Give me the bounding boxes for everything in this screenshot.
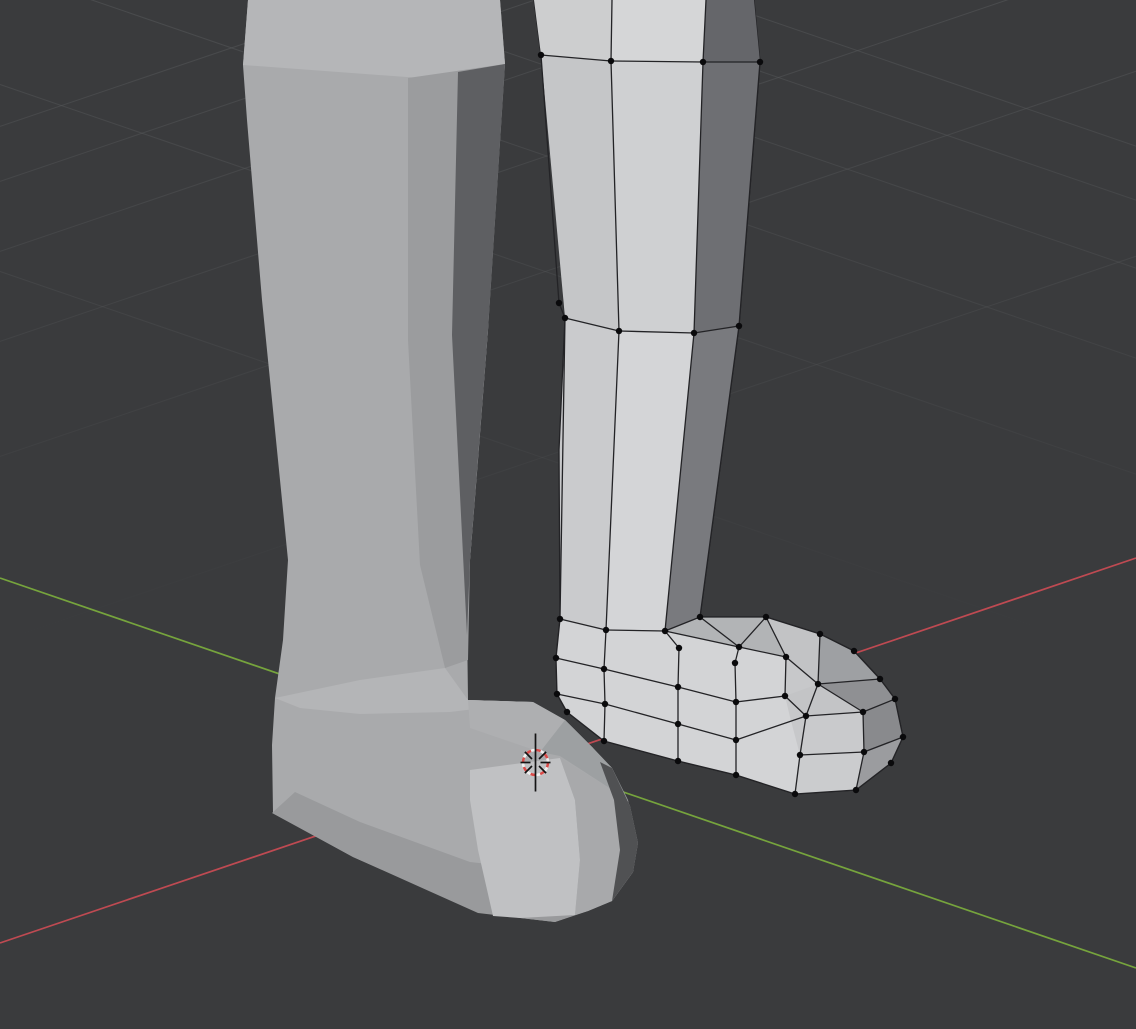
edit-vertex[interactable] — [736, 644, 742, 650]
edit-vertex[interactable] — [602, 701, 608, 707]
edit-vertex[interactable] — [553, 655, 559, 661]
edit-vertex[interactable] — [691, 330, 697, 336]
edit-vertex[interactable] — [803, 713, 809, 719]
edit-vertex[interactable] — [888, 760, 894, 766]
right-leg-mesh-edit-facet[interactable] — [611, 0, 706, 62]
edit-vertex[interactable] — [601, 666, 607, 672]
edit-vertex[interactable] — [601, 738, 607, 744]
edit-vertex[interactable] — [557, 616, 563, 622]
edit-vertex[interactable] — [675, 721, 681, 727]
edit-vertex[interactable] — [892, 696, 898, 702]
edit-vertex[interactable] — [815, 681, 821, 687]
edit-vertex[interactable] — [860, 709, 866, 715]
edit-vertex[interactable] — [556, 300, 562, 306]
edit-vertex[interactable] — [675, 758, 681, 764]
edit-vertex[interactable] — [700, 59, 706, 65]
edit-vertex[interactable] — [853, 787, 859, 793]
edit-vertex[interactable] — [562, 315, 568, 321]
edit-vertex[interactable] — [732, 660, 738, 666]
edit-vertex[interactable] — [554, 691, 560, 697]
viewport-canvas[interactable] — [0, 0, 1136, 1029]
edit-vertex[interactable] — [736, 323, 742, 329]
blender-3d-viewport[interactable] — [0, 0, 1136, 1029]
edit-vertex[interactable] — [675, 684, 681, 690]
edit-vertex[interactable] — [782, 693, 788, 699]
edit-vertex[interactable] — [851, 648, 857, 654]
edit-vertex[interactable] — [797, 752, 803, 758]
edit-vertex[interactable] — [733, 772, 739, 778]
right-leg-mesh-edit-facet[interactable] — [611, 61, 703, 333]
edit-vertex[interactable] — [877, 676, 883, 682]
edit-vertex[interactable] — [900, 734, 906, 740]
edit-vertex[interactable] — [733, 699, 739, 705]
edit-vertex[interactable] — [662, 628, 668, 634]
edit-vertex[interactable] — [733, 737, 739, 743]
right-leg-mesh-edit-facet[interactable] — [703, 0, 760, 62]
edit-vertex[interactable] — [616, 328, 622, 334]
edit-vertex[interactable] — [697, 614, 703, 620]
edit-vertex[interactable] — [538, 52, 544, 58]
right-leg-mesh-edit-facet[interactable] — [534, 0, 612, 61]
left-leg-mesh-facet[interactable] — [243, 0, 505, 78]
edit-vertex[interactable] — [783, 654, 789, 660]
edit-vertex[interactable] — [861, 749, 867, 755]
edit-vertex[interactable] — [564, 709, 570, 715]
edit-vertex[interactable] — [757, 59, 763, 65]
edit-vertex[interactable] — [763, 614, 769, 620]
edit-vertex[interactable] — [608, 58, 614, 64]
edit-vertex[interactable] — [817, 631, 823, 637]
edit-vertex[interactable] — [792, 791, 798, 797]
right-leg-mesh-edit-facet[interactable] — [795, 752, 864, 794]
edit-vertex[interactable] — [676, 645, 682, 651]
right-leg-mesh-edit-facet[interactable] — [800, 712, 864, 755]
edit-vertex[interactable] — [603, 627, 609, 633]
